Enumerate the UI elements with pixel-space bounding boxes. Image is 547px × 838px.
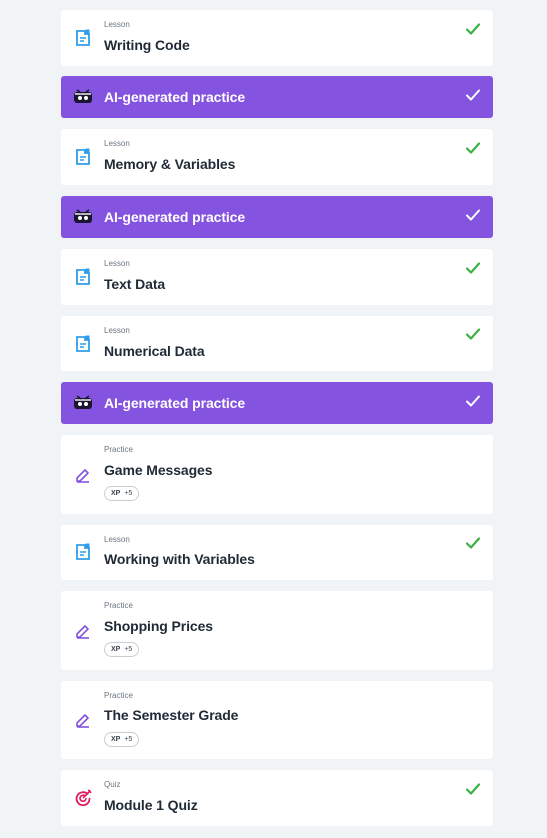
ai-robot-icon <box>73 207 93 227</box>
ai-robot-icon <box>73 87 93 107</box>
xp-badge: XP +5 <box>104 486 140 501</box>
xp-label: XP <box>111 736 121 743</box>
lesson-doc-icon <box>73 147 93 167</box>
completed-check-icon <box>465 262 481 274</box>
item-title: Working with Variables <box>104 551 255 567</box>
item-type-label: Lesson <box>104 20 130 29</box>
item-type-label: Lesson <box>104 139 130 148</box>
item-title: Text Data <box>104 276 166 292</box>
item-title: Game Messages <box>104 462 213 478</box>
lesson-doc-icon <box>73 28 93 48</box>
course-item[interactable]: Lesson Working with Variables <box>61 525 493 580</box>
item-title: AI-generated practice <box>104 89 246 105</box>
course-item[interactable]: Lesson Memory & Variables <box>61 129 493 185</box>
completed-check-icon <box>465 537 481 549</box>
completed-check-icon <box>466 395 480 407</box>
ai-practice-item[interactable]: AI-generated practice <box>61 196 493 238</box>
lesson-doc-icon <box>73 334 93 354</box>
xp-label: XP <box>111 646 121 653</box>
completed-check-icon <box>465 783 481 795</box>
course-item[interactable]: Quiz Module 1 Quiz <box>61 770 493 826</box>
item-title: AI-generated practice <box>104 395 246 411</box>
course-item[interactable]: Lesson Writing Code <box>61 10 493 66</box>
item-type-label: Lesson <box>104 326 130 335</box>
course-item[interactable]: Practice Game Messages XP +5 <box>61 435 493 514</box>
completed-check-icon <box>466 89 480 101</box>
xp-badge: XP +5 <box>104 732 140 747</box>
completed-check-icon <box>465 328 481 340</box>
course-item[interactable]: Practice Shopping Prices XP +5 <box>61 591 493 670</box>
item-title: Module 1 Quiz <box>104 797 198 813</box>
xp-badge: XP +5 <box>104 642 140 657</box>
lesson-doc-icon <box>73 542 93 562</box>
completed-check-icon <box>465 142 481 154</box>
practice-pencil-icon <box>73 465 93 485</box>
practice-pencil-icon <box>73 710 93 730</box>
course-item[interactable]: Practice The Semester Grade XP +5 <box>61 681 493 759</box>
completed-check-icon <box>466 209 480 221</box>
lesson-doc-icon <box>73 267 93 287</box>
xp-label: XP <box>111 490 121 497</box>
ai-practice-item[interactable]: AI-generated practice <box>61 382 493 424</box>
item-type-label: Practice <box>104 691 133 700</box>
xp-value: +5 <box>124 490 133 497</box>
quiz-target-icon <box>73 788 93 808</box>
course-item[interactable]: Lesson Text Data <box>61 249 493 305</box>
item-title: AI-generated practice <box>104 209 246 225</box>
xp-value: +5 <box>124 646 133 653</box>
item-type-label: Quiz <box>104 780 121 789</box>
item-title: The Semester Grade <box>104 707 239 723</box>
item-title: Memory & Variables <box>104 156 236 172</box>
item-type-label: Practice <box>104 601 133 610</box>
item-title: Shopping Prices <box>104 618 213 634</box>
item-title: Writing Code <box>104 37 190 53</box>
item-type-label: Lesson <box>104 535 130 544</box>
ai-practice-item[interactable]: AI-generated practice <box>61 76 493 118</box>
item-title: Numerical Data <box>104 343 205 359</box>
xp-value: +5 <box>124 736 133 743</box>
item-type-label: Practice <box>104 445 133 454</box>
ai-robot-icon <box>73 393 93 413</box>
course-item[interactable]: Lesson Numerical Data <box>61 316 493 371</box>
item-type-label: Lesson <box>104 259 130 268</box>
practice-pencil-icon <box>73 621 93 641</box>
completed-check-icon <box>465 23 481 35</box>
